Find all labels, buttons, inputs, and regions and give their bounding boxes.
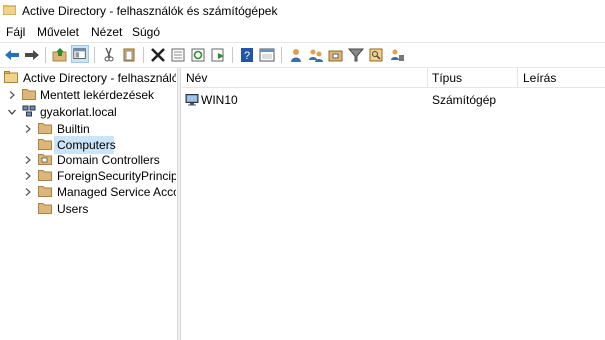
menu-file[interactable]: Fájl bbox=[6, 25, 25, 39]
tree-item-managed-service-accounts[interactable]: Managed Service Accour bbox=[0, 184, 176, 200]
column-separator[interactable] bbox=[517, 68, 518, 87]
column-separator[interactable] bbox=[427, 68, 428, 87]
console-tree: Active Directory - felhasználók é Mentet… bbox=[0, 68, 176, 340]
menu-action[interactable]: Művelet bbox=[37, 25, 79, 39]
tree-item-root[interactable]: Active Directory - felhasználók é bbox=[0, 70, 176, 86]
find-icon[interactable] bbox=[367, 46, 385, 64]
up-folder-icon[interactable] bbox=[51, 46, 69, 64]
table-row[interactable]: WIN10 Számítógép bbox=[182, 92, 605, 108]
export-icon[interactable] bbox=[209, 46, 227, 64]
refresh-icon[interactable] bbox=[189, 46, 207, 64]
folder-icon bbox=[22, 89, 36, 100]
pane-splitter[interactable] bbox=[177, 68, 181, 340]
toolbar-separator bbox=[232, 47, 233, 63]
tree-item-saved-queries[interactable]: Mentett lekérdezések bbox=[0, 87, 176, 103]
forward-arrow-icon[interactable] bbox=[23, 46, 41, 64]
chevron-right-icon[interactable] bbox=[8, 91, 16, 99]
toolbar: ? bbox=[0, 42, 605, 68]
folder-icon bbox=[38, 186, 52, 197]
tree-label: Users bbox=[57, 202, 89, 216]
column-header-type[interactable]: Típus bbox=[432, 71, 462, 85]
ou-folder-icon bbox=[38, 154, 52, 165]
tree-item-builtin[interactable]: Builtin bbox=[0, 121, 176, 137]
tree-item-domain-controllers[interactable]: Domain Controllers bbox=[0, 152, 176, 168]
copy-icon[interactable] bbox=[120, 46, 138, 64]
menu-bar: Fájl Művelet Nézet Súgó bbox=[0, 23, 605, 41]
tree-label: Builtin bbox=[57, 122, 90, 136]
folder-icon bbox=[38, 170, 52, 181]
tree-label: Mentett lekérdezések bbox=[40, 88, 155, 102]
domain-icon bbox=[22, 105, 36, 117]
toolbar-separator bbox=[94, 47, 95, 63]
tree-label: ForeignSecurityPrincipals bbox=[57, 169, 176, 183]
list-header: Név Típus Leírás bbox=[182, 68, 605, 88]
ad-root-icon bbox=[4, 71, 18, 83]
window-title: Active Directory - felhasználók és számí… bbox=[22, 4, 278, 18]
properties-icon[interactable] bbox=[169, 46, 187, 64]
toolbar-separator bbox=[143, 47, 144, 63]
computer-icon bbox=[185, 94, 199, 106]
help-icon[interactable]: ? bbox=[238, 46, 256, 64]
ou-icon[interactable] bbox=[327, 46, 345, 64]
svg-text:?: ? bbox=[244, 50, 250, 62]
details-list: Név Típus Leírás WIN10 Számítógép bbox=[182, 68, 605, 340]
filter-icon[interactable] bbox=[347, 46, 365, 64]
tree-label: Domain Controllers bbox=[57, 153, 160, 167]
show-tree-icon[interactable] bbox=[71, 45, 89, 63]
group-icon[interactable] bbox=[307, 46, 325, 64]
delete-icon[interactable] bbox=[149, 46, 167, 64]
column-header-name[interactable]: Név bbox=[186, 71, 207, 85]
chevron-right-icon[interactable] bbox=[24, 156, 32, 164]
tree-item-users[interactable]: Users bbox=[0, 201, 176, 217]
user-icon[interactable] bbox=[287, 46, 305, 64]
tree-label: Active Directory - felhasználók é bbox=[23, 71, 176, 85]
back-arrow-icon[interactable] bbox=[3, 46, 21, 64]
chevron-right-icon[interactable] bbox=[24, 188, 32, 196]
folder-icon bbox=[38, 139, 52, 150]
folder-icon bbox=[38, 123, 52, 134]
menu-view[interactable]: Nézet bbox=[91, 25, 122, 39]
tree-item-domain[interactable]: gyakorlat.local bbox=[0, 104, 176, 120]
ad-app-icon bbox=[3, 5, 16, 15]
chevron-right-icon[interactable] bbox=[24, 125, 32, 133]
toolbar-separator bbox=[45, 47, 46, 63]
tree-label: Computers bbox=[57, 138, 116, 152]
tree-label: Managed Service Accour bbox=[57, 185, 176, 199]
toolbar-separator bbox=[281, 47, 282, 63]
tree-item-foreign-security-principals[interactable]: ForeignSecurityPrincipals bbox=[0, 168, 176, 184]
console-tree-icon[interactable] bbox=[258, 46, 276, 64]
tree-item-computers[interactable]: Computers bbox=[0, 136, 176, 154]
row-name: WIN10 bbox=[201, 93, 238, 107]
column-header-description[interactable]: Leírás bbox=[523, 71, 556, 85]
menu-help[interactable]: Súgó bbox=[132, 25, 160, 39]
row-type: Számítógép bbox=[432, 93, 497, 107]
cut-icon[interactable] bbox=[100, 46, 118, 64]
title-bar: Active Directory - felhasználók és számí… bbox=[0, 0, 605, 22]
chevron-right-icon[interactable] bbox=[24, 172, 32, 180]
tree-label: gyakorlat.local bbox=[40, 105, 117, 119]
folder-icon bbox=[38, 203, 52, 214]
delegate-icon[interactable] bbox=[388, 46, 406, 64]
chevron-down-icon[interactable] bbox=[8, 108, 16, 116]
